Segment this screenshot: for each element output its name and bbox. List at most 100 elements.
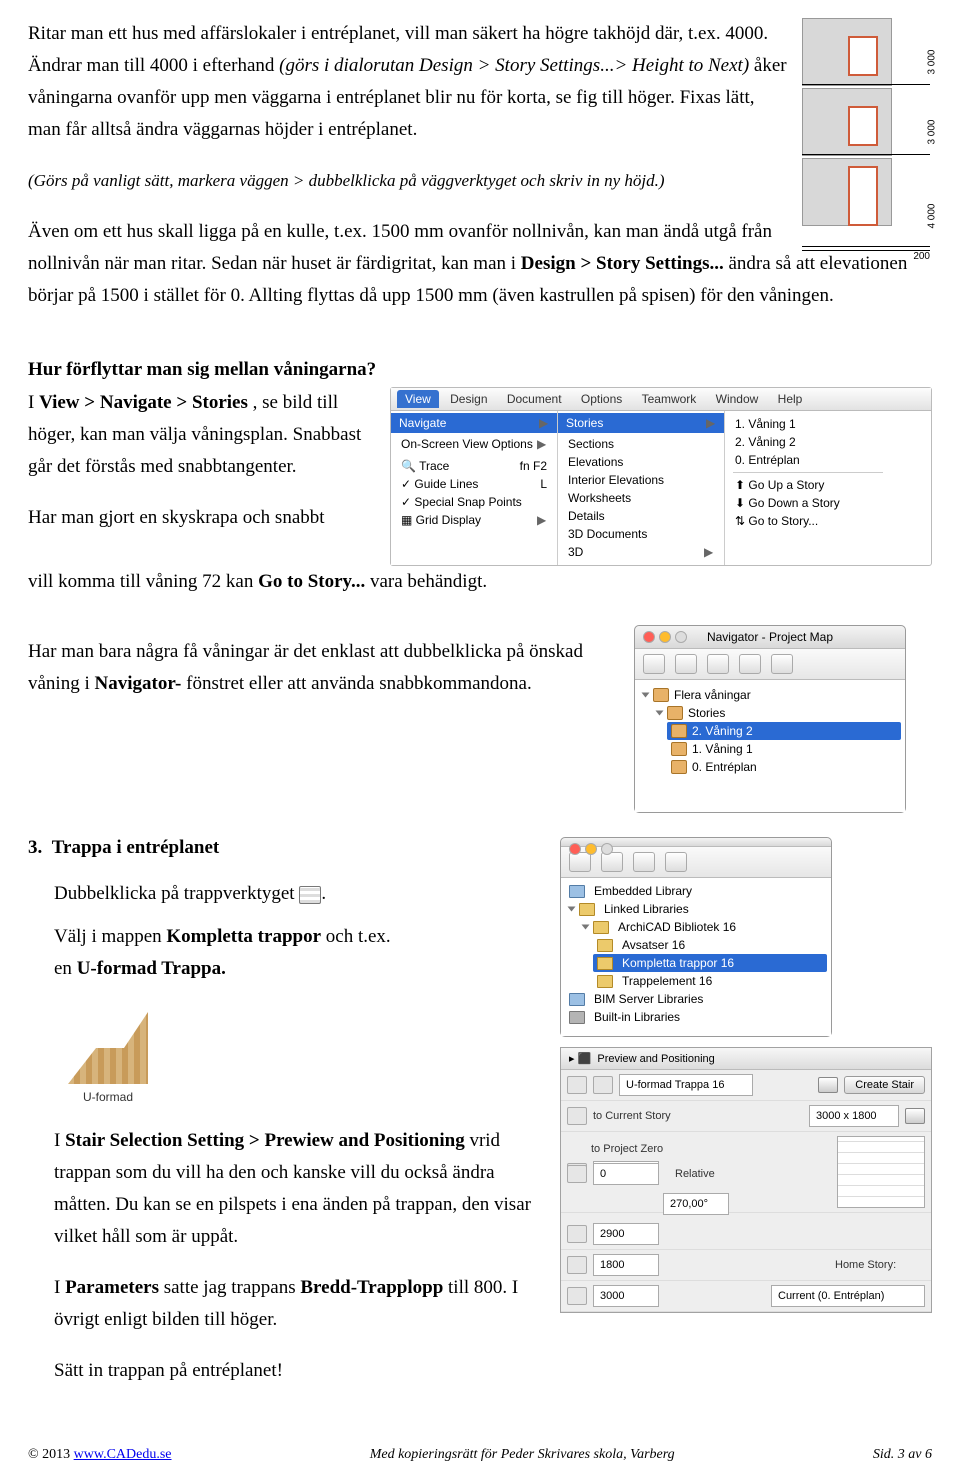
ss-home-story-select[interactable]: Current (0. Entréplan) bbox=[771, 1285, 925, 1307]
story-item-1[interactable]: 1. Våning 1 bbox=[733, 415, 883, 433]
sec2-p3a: vill komma till våning 72 kan bbox=[28, 571, 258, 592]
ss-elev-icon bbox=[567, 1107, 587, 1125]
go-to-story[interactable]: ⇅ Go to Story... bbox=[733, 512, 883, 530]
lib-trappelement[interactable]: Trappelement 16 bbox=[593, 972, 827, 990]
submenu-worksheets[interactable]: Worksheets bbox=[566, 489, 716, 507]
lib-min-icon[interactable] bbox=[585, 843, 597, 855]
menubar-design[interactable]: Design bbox=[442, 390, 495, 408]
lib-tool-2[interactable] bbox=[601, 852, 623, 872]
menu-screenshot: View Design Document Options Teamwork Wi… bbox=[390, 387, 932, 566]
lib-bim-label: BIM Server Libraries bbox=[594, 992, 703, 1006]
footer-mid: Med kopieringsrätt för Peder Skrivares s… bbox=[370, 1447, 675, 1463]
lib-tool-3[interactable] bbox=[633, 852, 655, 872]
tree-story-2-label: 2. Våning 2 bbox=[692, 724, 753, 738]
navigator-title-text: Navigator - Project Map bbox=[707, 630, 833, 644]
stair-plan-preview bbox=[837, 1136, 925, 1208]
ss-angle-input[interactable]: 270,00° bbox=[663, 1193, 729, 1215]
stair-preview: U-formad bbox=[58, 1004, 158, 1106]
zoom-icon[interactable] bbox=[675, 631, 687, 643]
submenu-details[interactable]: Details bbox=[566, 507, 716, 525]
ss-dropdown-icon[interactable] bbox=[905, 1108, 925, 1124]
menubar-teamwork[interactable]: Teamwork bbox=[634, 390, 705, 408]
p1c-bold: Design > Story Settings... bbox=[521, 253, 724, 274]
menu-grid[interactable]: ▦ Grid Display▶ bbox=[399, 511, 549, 529]
sec3-p4a: I bbox=[54, 1130, 65, 1151]
menu-trace[interactable]: 🔍 Tracefn F2 bbox=[399, 457, 549, 475]
footer-left: © 2013 www.CADedu.se bbox=[28, 1447, 172, 1463]
create-stair-button[interactable]: Create Stair bbox=[844, 1076, 925, 1094]
tree-stories[interactable]: Stories bbox=[653, 704, 901, 722]
ss-curstory-label: to Current Story bbox=[593, 1110, 683, 1122]
section-2-heading: Hur förflyttar man sig mellan våningarna… bbox=[28, 359, 932, 381]
navigator-toolbar-btn-5[interactable] bbox=[771, 654, 793, 674]
navigator-toolbar-btn-4[interactable] bbox=[739, 654, 761, 674]
menubar-help[interactable]: Help bbox=[770, 390, 811, 408]
menubar-options[interactable]: Options bbox=[573, 390, 630, 408]
menu-onscreen[interactable]: On-Screen View Options▶ bbox=[399, 435, 549, 453]
navigator-toolbar-btn-3[interactable] bbox=[707, 654, 729, 674]
lib-bim[interactable]: BIM Server Libraries bbox=[565, 990, 827, 1008]
menubar-view[interactable]: View bbox=[397, 390, 439, 408]
menubar-window[interactable]: Window bbox=[708, 390, 767, 408]
submenu-3d[interactable]: 3D▶ bbox=[566, 543, 716, 561]
menu-snap[interactable]: ✓ Special Snap Points bbox=[399, 493, 549, 511]
ss-nav-next[interactable] bbox=[593, 1076, 613, 1094]
lib-biblio-label: ArchiCAD Bibliotek 16 bbox=[618, 920, 736, 934]
tree-story-2[interactable]: 2. Våning 2 bbox=[667, 722, 901, 740]
lib-linked[interactable]: Linked Libraries bbox=[565, 900, 827, 918]
close-icon[interactable] bbox=[643, 631, 655, 643]
footer-page: Sid. 3 av 6 bbox=[873, 1447, 932, 1463]
ss-relative-label: Relative bbox=[665, 1168, 765, 1180]
footer-link[interactable]: www.CADedu.se bbox=[74, 1447, 172, 1462]
lib-avsatser[interactable]: Avsatser 16 bbox=[593, 936, 827, 954]
tree-root[interactable]: Flera våningar bbox=[639, 686, 901, 704]
go-up-story[interactable]: ⬆ Go Up a Story bbox=[733, 476, 883, 494]
submenu-3ddocs[interactable]: 3D Documents bbox=[566, 525, 716, 543]
ss-projzero-label: to Project Zero bbox=[591, 1143, 681, 1155]
lib-tool-1[interactable] bbox=[569, 852, 591, 872]
story-item-0[interactable]: 0. Entréplan bbox=[733, 451, 883, 469]
lib-builtin[interactable]: Built-in Libraries bbox=[565, 1008, 827, 1026]
lib-tool-4[interactable] bbox=[665, 852, 687, 872]
ss-2900-input[interactable]: 2900 bbox=[593, 1223, 659, 1245]
minimize-icon[interactable] bbox=[659, 631, 671, 643]
sec3-p5d: Bredd-Trapplopp bbox=[300, 1277, 443, 1298]
ss-nav-prev[interactable] bbox=[567, 1076, 587, 1094]
paragraph-1: Ritar man ett hus med affärslokaler i en… bbox=[28, 18, 932, 146]
footer-copyright: © 2013 bbox=[28, 1447, 74, 1462]
page-footer: © 2013 www.CADedu.se Med kopieringsrätt … bbox=[28, 1447, 932, 1463]
menu-navigate[interactable]: Navigate▶ bbox=[391, 413, 557, 433]
menu-guide[interactable]: ✓ Guide LinesL bbox=[399, 475, 549, 493]
navigator-to匕ar-btn-2[interactable] bbox=[675, 654, 697, 674]
sec2-p3b: Go to Story... bbox=[258, 571, 365, 592]
submenu-interior[interactable]: Interior Elevations bbox=[566, 471, 716, 489]
menubar-document[interactable]: Document bbox=[499, 390, 570, 408]
ss-projzero-input[interactable]: 0 bbox=[593, 1163, 659, 1185]
sec2-p1a: I bbox=[28, 392, 39, 413]
tree-story-0[interactable]: 0. Entréplan bbox=[667, 758, 901, 776]
tree-story-1[interactable]: 1. Våning 1 bbox=[667, 740, 901, 758]
navigator-toolbar bbox=[635, 649, 905, 680]
navigator-window: Navigator - Project Map Flera våningar S… bbox=[634, 625, 906, 813]
navigator-toolbar-btn-1[interactable] bbox=[643, 654, 665, 674]
menu-navigate-label: Navigate bbox=[399, 416, 446, 430]
submenu-stories[interactable]: Stories▶ bbox=[558, 413, 724, 433]
submenu-elevations[interactable]: Elevations bbox=[566, 453, 716, 471]
menubar: View Design Document Options Teamwork Wi… bbox=[391, 388, 931, 411]
lib-close-icon[interactable] bbox=[569, 843, 581, 855]
ss-zero-icon bbox=[567, 1165, 587, 1183]
lib-kompletta[interactable]: Kompletta trappor 16 bbox=[593, 954, 827, 972]
ss-3000-input[interactable]: 3000 bbox=[593, 1285, 659, 1307]
ss-1800-input[interactable]: 1800 bbox=[593, 1254, 659, 1276]
lib-biblio[interactable]: ArchiCAD Bibliotek 16 bbox=[579, 918, 827, 936]
story-item-2[interactable]: 2. Våning 2 bbox=[733, 433, 883, 451]
ss-mode-icon[interactable] bbox=[818, 1077, 838, 1093]
lib-embedded[interactable]: Embedded Library bbox=[565, 882, 827, 900]
submenu-sections[interactable]: Sections bbox=[566, 435, 716, 453]
ss-object-name[interactable]: U-formad Trappa 16 bbox=[619, 1074, 753, 1096]
go-down-story[interactable]: ⬇ Go Down a Story bbox=[733, 494, 883, 512]
lib-zoom-icon[interactable] bbox=[601, 843, 613, 855]
stair-icon bbox=[68, 1004, 148, 1084]
elevation-dim-2: 3 000 bbox=[927, 120, 938, 145]
sec3-p6: Sätt in trappan på entréplanet! bbox=[54, 1355, 544, 1387]
